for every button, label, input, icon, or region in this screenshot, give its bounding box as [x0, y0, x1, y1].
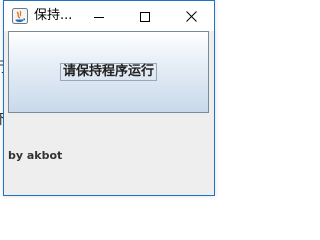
author-credit: by akbot: [8, 149, 63, 162]
desktop-screenshot: 行 下 保持...: [0, 0, 222, 203]
window-content: 请保持程序运行 by akbot: [4, 31, 214, 195]
app-window: 保持... 请保持程序运行 by akbot: [3, 0, 215, 196]
minimize-icon: [94, 7, 104, 26]
keep-running-button-label: 请保持程序运行: [59, 63, 157, 81]
java-app-icon: [12, 8, 28, 24]
close-icon: [185, 7, 197, 26]
maximize-button[interactable]: [122, 1, 168, 31]
minimize-button[interactable]: [76, 1, 122, 31]
title-bar[interactable]: 保持...: [4, 1, 214, 31]
close-button[interactable]: [168, 1, 214, 31]
maximize-icon: [140, 7, 150, 26]
window-title: 保持...: [34, 8, 73, 23]
keep-running-button[interactable]: 请保持程序运行: [8, 31, 209, 113]
